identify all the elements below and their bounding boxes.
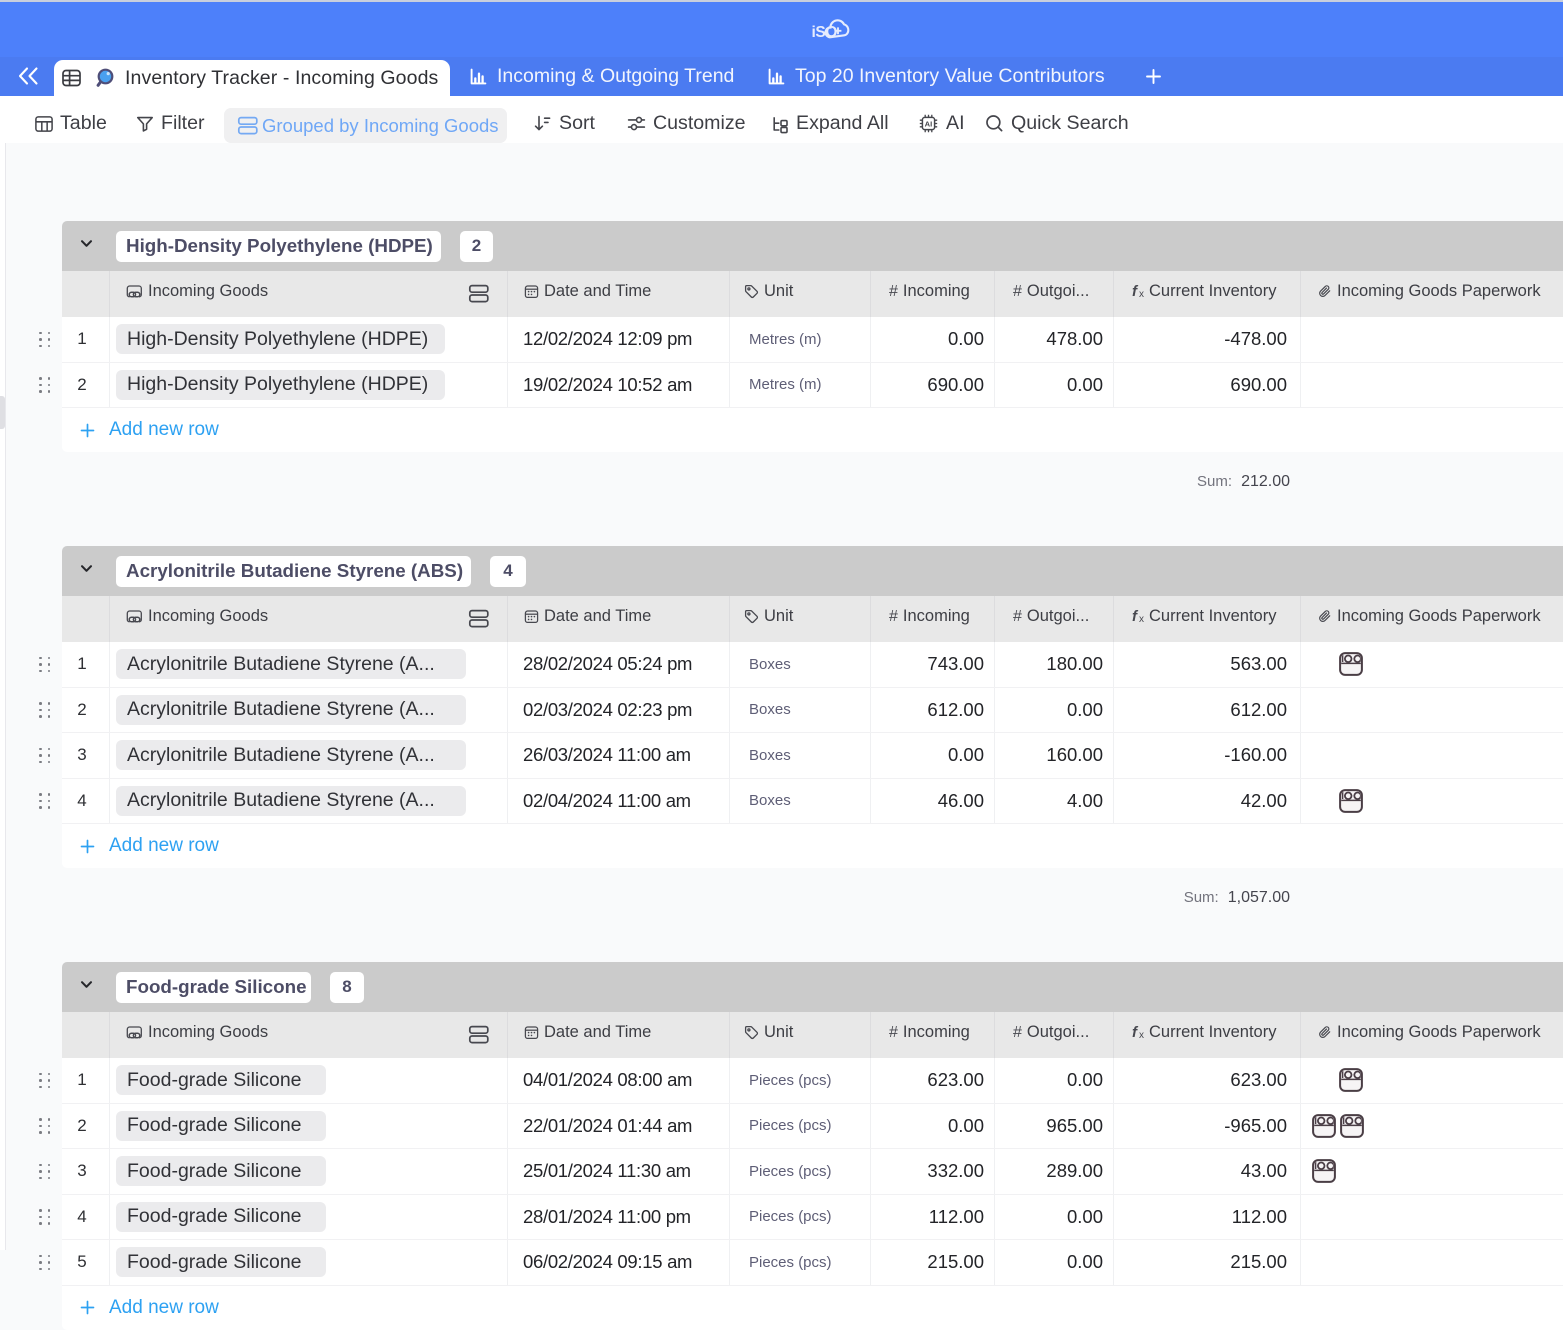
svg-text:AI: AI xyxy=(925,120,933,129)
